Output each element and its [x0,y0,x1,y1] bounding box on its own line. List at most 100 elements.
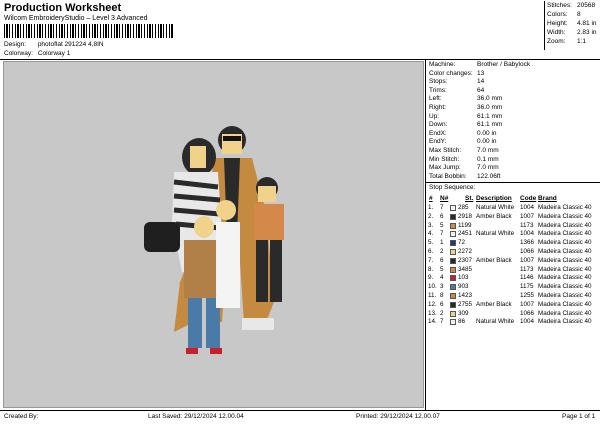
stat-colors: Colors: 8 [547,11,581,18]
color-swatch [450,257,456,264]
info-divider [426,182,600,183]
table-row: 1. 7 285 Natural White 1004 Madeira Classic 4… [428,204,600,213]
color-swatch [450,205,456,211]
cell-brand: Madeira Classic 40 [538,239,592,247]
cell-code: 1366 [520,239,535,247]
machine-info-value: 0.00 in [477,138,497,146]
girl-jeans-left [188,298,202,348]
machine-info-label: Stops: [429,78,448,86]
cell-st: 1199 [458,221,472,229]
machine-info-row: Trims: 64 [429,86,484,94]
cell-code: 1004 [520,230,535,238]
cell-st: 309 [458,309,469,317]
cell-brand: Madeira Classic 40 [538,283,592,291]
cell-num: 1. [428,204,434,211]
table-row: 4. 7 2451 Natural White 1004 Madeira Classic … [428,230,600,239]
machine-info-row: Up: 61.1 mm [429,112,502,120]
col-header-code: Code [520,195,537,202]
stat-width: Width: 2.83 in [547,29,597,36]
machine-info-value: 36.0 mm [477,104,503,111]
col-header-description: Description [476,195,512,202]
machine-info-value: 61.1 mm [477,121,503,129]
cell-brand: Madeira Classic 40 [538,256,592,264]
colorway-value: Colorway 1 [37,50,71,57]
color-swatch [450,213,456,220]
software-name: Wilcom EmbroideryStudio – Level 3 Advanc… [4,15,148,22]
cell-n: 1 [440,239,444,247]
cell-n: 6 [440,300,444,308]
machine-info-row: Right: 36.0 mm [429,104,502,111]
machine-info-label: Trims: [429,86,447,94]
cell-n: 7 [440,230,444,238]
machine-info-label: Up: [429,112,440,120]
cell-code: 1173 [520,221,534,229]
machine-info-label: Right: [429,104,446,111]
machine-info-value: 36.0 mm [477,95,503,103]
color-swatch [450,240,456,247]
boy-outfit [216,222,240,308]
cell-n: 2 [440,248,444,255]
design-preview [3,61,424,408]
cell-num: 14. [428,318,437,326]
machine-info-label: Max Jump: [429,164,461,172]
cell-n: 2 [440,309,444,317]
stat-zoom: Zoom: 1:1 [547,38,587,45]
footer-divider [0,410,600,411]
machine-info-row: Max Stitch: 7.0 mm [429,147,499,154]
machine-info-value: Brother / Babylock [477,61,531,68]
table-row: 9. 4 103 1146 Madeira Classic 40 [428,274,600,283]
stats-panel: Stitches: 20568 Colors: 8 Height: 4.81 in W… [544,1,600,50]
stop-sequence-title: Stop Sequence: [429,184,476,191]
header-divider [0,59,600,60]
stat-stitches: Stitches: 20568 [547,2,596,9]
last-saved: Last Saved: 29/12/2024 12.00.04 [148,413,244,420]
col-header-brand: Brand [538,195,557,202]
cell-st: 3485 [458,265,473,273]
machine-info-row: EndX: 0.00 in [429,129,497,137]
table-row: 8. 5 3485 1173 Madeira Classic 40 [428,266,600,275]
cell-code: 1066 [520,309,535,317]
table-row: 6. 2 2272 1066 Madeira Classic 40 [428,248,600,257]
machine-info-row: EndY: 0.00 in [429,138,497,145]
right-boy-pants-left [256,240,268,302]
cell-st: 103 [458,274,469,282]
machine-info-label: Machine: [429,61,456,68]
cell-desc: Amber Black [476,256,512,264]
cell-st: 2755 [458,300,473,308]
cell-brand: Madeira Classic 40 [538,230,592,238]
cell-st: 2451 [458,230,473,238]
cell-n: 7 [440,204,444,211]
color-swatch [450,231,456,238]
girl-shoe-left [186,348,198,354]
stat-height: Height: 4.81 in [547,20,597,27]
machine-info-row: Max Jump: 7.0 mm [429,164,499,172]
cell-n: 6 [440,256,444,264]
page-title: Production Worksheet [4,2,122,14]
table-row: 7. 6 2307 Amber Black 1007 Madeira Classic 40 [428,257,600,266]
cell-n: 8 [440,292,444,299]
boy-face [216,200,236,220]
cell-brand: Madeira Classic 40 [538,309,592,317]
machine-info-label: Left: [429,95,442,103]
design-value: photoflat 291224 4,8IN [37,41,104,48]
cell-num: 12. [428,300,437,308]
cell-num: 2. [428,212,434,220]
embroidery-design-image [144,126,284,354]
cell-num: 13. [428,309,437,317]
cell-num: 10. [428,283,437,291]
cell-n: 4 [440,274,444,282]
machine-info-label: EndX: [429,129,447,137]
color-swatch [450,319,456,326]
cell-code: 1007 [520,256,535,264]
color-swatch [450,275,456,282]
right-boy-pants-right [270,240,282,302]
machine-info-value: 7.0 mm [477,164,499,172]
cell-st: 903 [458,283,469,291]
cell-brand: Madeira Classic 40 [538,221,592,229]
cell-n: 6 [440,212,444,220]
handbag [144,222,180,252]
cell-num: 9. [428,274,434,282]
table-row: 13. 2 309 1066 Madeira Classic 40 [428,310,600,319]
cell-num: 3. [428,221,434,229]
machine-info-row: Min Stitch: 0.1 mm [429,156,499,163]
